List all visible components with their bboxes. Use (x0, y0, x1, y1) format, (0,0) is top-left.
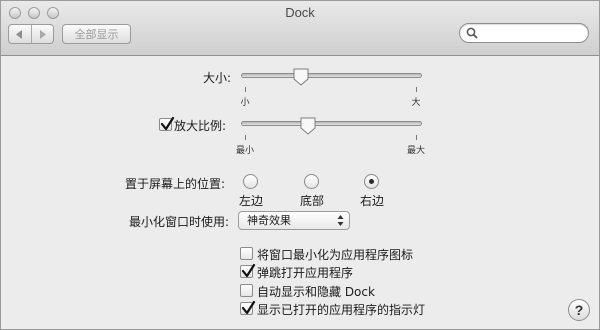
minimize-to-icon-label: 将窗口最小化为应用程序图标 (257, 248, 414, 262)
navigation-buttons (8, 24, 54, 44)
chevron-left-icon (15, 29, 22, 39)
animate-opening-label: 弹跳打开应用程序 (257, 266, 354, 280)
window-title: Dock (285, 5, 315, 20)
position-label: 置于屏幕上的位置: (124, 177, 225, 191)
size-slider-track[interactable] (241, 73, 422, 78)
dock-preferences-window: Dock 全部显示 大小: 小 大 放大比例: 最小 最大 置于屏幕上的位置: … (0, 0, 600, 330)
autohide-dock-label: 自动显示和隐藏 Dock (257, 285, 375, 299)
checkmark-icon (241, 263, 256, 278)
position-bottom-label: 底部 (299, 194, 325, 208)
size-label: 大小: (202, 71, 231, 85)
search-input[interactable] (482, 25, 582, 41)
search-field[interactable] (459, 23, 589, 43)
popup-arrows-icon (337, 215, 344, 226)
back-button[interactable] (9, 25, 31, 43)
show-indicators-checkbox[interactable] (240, 300, 256, 315)
position-left-radio[interactable] (243, 174, 258, 189)
chevron-right-icon (40, 29, 47, 39)
size-max-tick (416, 87, 417, 92)
magnification-slider-track[interactable] (241, 121, 422, 126)
magnification-checkbox[interactable] (159, 116, 175, 131)
magnification-max-tick (416, 135, 417, 140)
animate-opening-checkbox[interactable] (240, 263, 256, 278)
magnification-min-tick (245, 135, 246, 140)
size-min-label: 小 (240, 98, 250, 108)
minimize-label: 最小化窗口时使用: (128, 215, 229, 229)
search-icon (466, 27, 478, 39)
magnification-max-label: 最大 (406, 146, 426, 156)
forward-button[interactable] (30, 25, 53, 43)
magnification-min-label: 最小 (235, 146, 255, 156)
radio-selected-dot (369, 179, 374, 184)
size-min-tick (245, 87, 246, 92)
minimize-effect-popup[interactable]: 神奇效果 (238, 211, 350, 230)
position-right-label: 右边 (359, 194, 385, 208)
size-slider-knob[interactable] (293, 68, 309, 86)
magnification-label: 放大比例: (174, 119, 227, 133)
position-left-label: 左边 (238, 194, 264, 208)
minimize-effect-value: 神奇效果 (247, 214, 291, 227)
show-all-button[interactable]: 全部显示 (62, 24, 131, 44)
help-button[interactable]: ? (568, 299, 590, 321)
checkmark-icon (241, 300, 256, 315)
show-indicators-label: 显示已打开的应用程序的指示灯 (257, 303, 426, 317)
position-bottom-radio[interactable] (304, 174, 319, 189)
toolbar: Dock 全部显示 (1, 1, 599, 56)
autohide-dock-checkbox[interactable] (240, 284, 253, 297)
magnification-slider-knob[interactable] (300, 117, 316, 135)
minimize-to-icon-checkbox[interactable] (240, 247, 253, 260)
position-right-radio[interactable] (364, 174, 379, 189)
size-max-label: 大 (411, 98, 421, 108)
checkmark-icon (160, 116, 175, 131)
